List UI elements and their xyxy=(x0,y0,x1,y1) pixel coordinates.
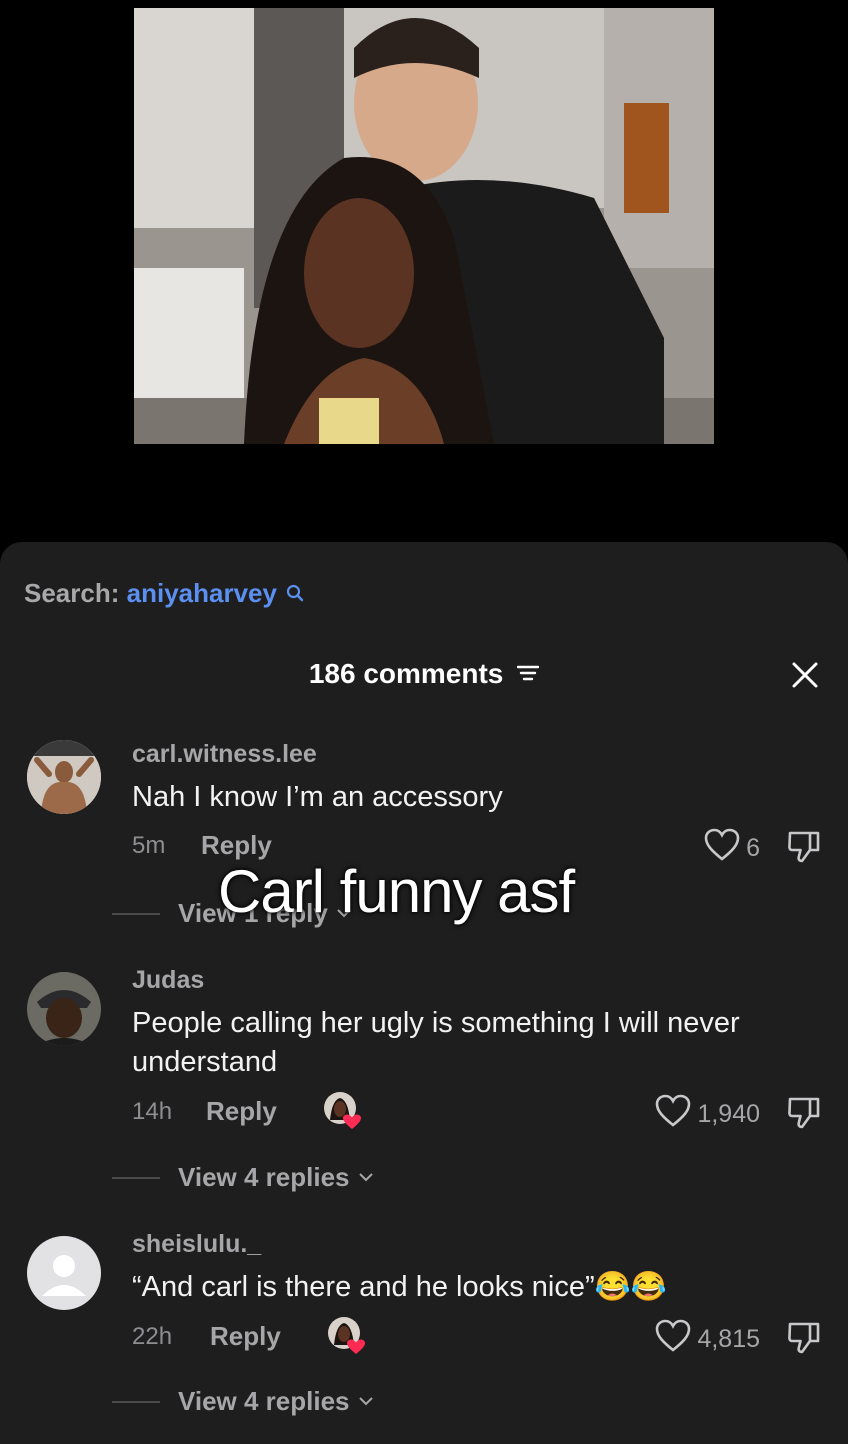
comment-time: 22h xyxy=(132,1323,173,1350)
comment-username[interactable]: sheislulu._ xyxy=(132,1230,261,1259)
like-button[interactable]: 6 xyxy=(704,828,760,869)
search-term[interactable]: aniyaharvey xyxy=(127,578,277,608)
comment-text: People calling her ugly is something I w… xyxy=(132,1007,740,1078)
view-replies-button[interactable]: View 4 replies xyxy=(112,1162,374,1193)
like-count: 4,815 xyxy=(697,1325,760,1353)
view-replies-label: View 4 replies xyxy=(178,1386,350,1416)
creator-liked-badge xyxy=(322,1090,362,1130)
post-photo xyxy=(134,8,714,444)
search-suggestion[interactable]: Search: aniyaharvey xyxy=(24,578,304,609)
dislike-icon[interactable] xyxy=(786,1319,822,1355)
divider xyxy=(112,1176,160,1179)
like-count: 6 xyxy=(746,834,760,862)
heart-icon xyxy=(704,828,740,869)
creator-liked-badge xyxy=(326,1315,366,1355)
comment-username[interactable]: Judas xyxy=(132,966,204,995)
dislike-icon[interactable] xyxy=(786,1094,822,1130)
search-label: Search: xyxy=(24,578,120,608)
comment-item: Judas People calling her ugly is somethi… xyxy=(0,966,848,1196)
search-icon xyxy=(286,578,304,609)
comment-username[interactable]: carl.witness.lee xyxy=(132,740,317,769)
comments-count: 186 comments xyxy=(308,658,504,689)
reply-button[interactable]: Reply xyxy=(210,1321,281,1352)
sort-filter-icon[interactable] xyxy=(516,658,540,690)
chevron-down-icon xyxy=(358,1169,374,1187)
avatar[interactable] xyxy=(27,1236,101,1310)
overlay-caption: Carl funny asf xyxy=(218,858,575,925)
comment-item: sheislulu._ “And carl is there and he lo… xyxy=(0,1230,848,1430)
comment-text: “And carl is there and he looks nice”😂😂 xyxy=(132,1271,667,1303)
dislike-icon[interactable] xyxy=(786,828,822,864)
view-replies-label: View 4 replies xyxy=(178,1162,350,1192)
close-icon[interactable] xyxy=(790,660,820,690)
comment-text: Nah I know I’m an accessory xyxy=(132,781,503,813)
like-button[interactable]: 1,940 xyxy=(655,1094,760,1135)
view-replies-button[interactable]: View 4 replies xyxy=(112,1386,374,1417)
like-button[interactable]: 4,815 xyxy=(655,1319,760,1360)
chevron-down-icon xyxy=(358,1393,374,1411)
comment-time: 14h xyxy=(132,1098,173,1125)
comments-sheet: Search: aniyaharvey 186 comments carl.wi… xyxy=(0,542,848,1444)
comment-time: 5m xyxy=(132,832,166,859)
comments-count-header: 186 comments xyxy=(0,658,848,690)
divider xyxy=(112,912,160,915)
divider xyxy=(112,1400,160,1403)
heart-icon xyxy=(655,1094,691,1135)
heart-icon xyxy=(655,1319,691,1360)
avatar[interactable] xyxy=(27,972,101,1046)
avatar[interactable] xyxy=(27,740,101,814)
like-count: 1,940 xyxy=(697,1100,760,1128)
reply-button[interactable]: Reply xyxy=(206,1096,277,1127)
